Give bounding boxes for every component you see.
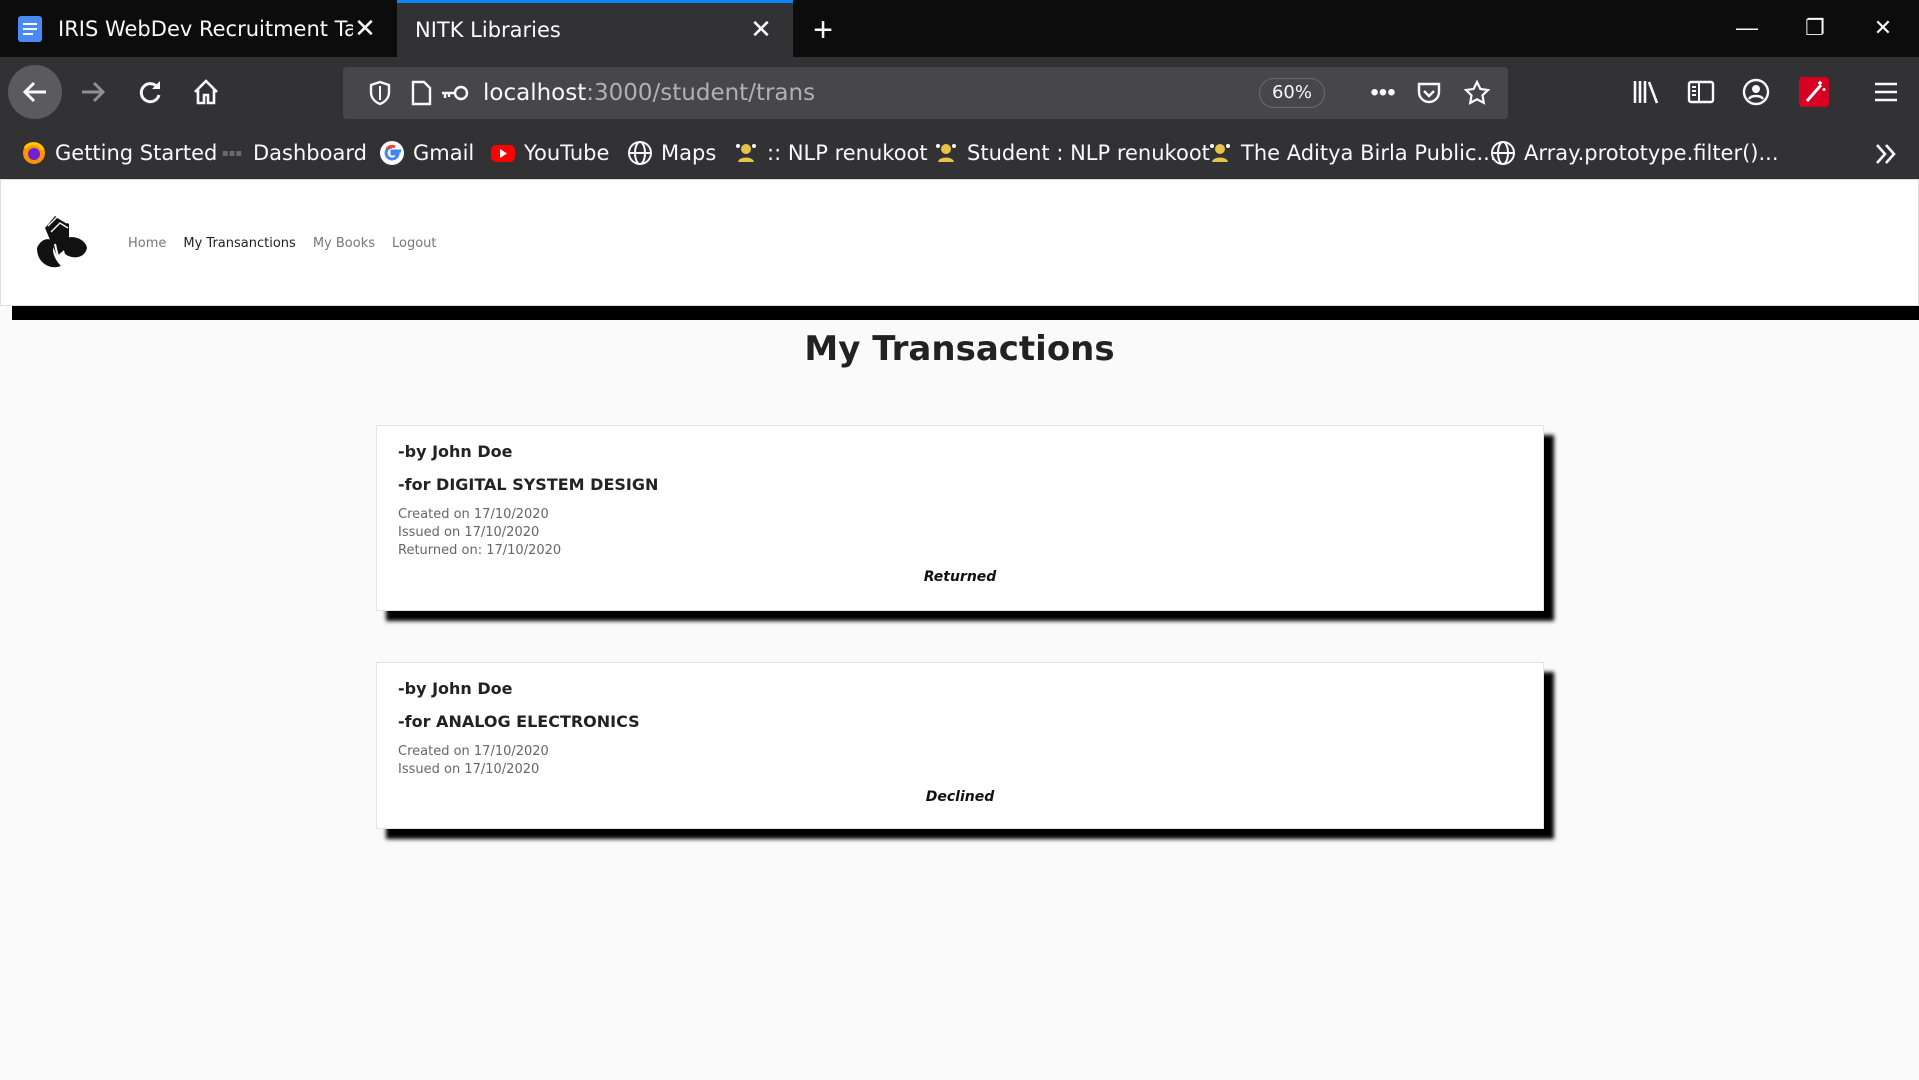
- close-window-button[interactable]: ✕: [1859, 8, 1907, 48]
- home-icon: [194, 79, 218, 105]
- bookmark-getting-started[interactable]: Getting Started: [21, 127, 217, 179]
- transaction-created: Created on 17/10/2020: [398, 507, 549, 522]
- transaction-card: -by John Doe -for DIGITAL SYSTEM DESIGN …: [376, 425, 1544, 611]
- library-logo-icon[interactable]: [31, 210, 91, 274]
- youtube-icon: [490, 140, 516, 166]
- nav-my-books-link[interactable]: My Books: [313, 236, 375, 251]
- bookmark-array-filter[interactable]: Array.prototype.filter()...: [1490, 127, 1779, 179]
- page-viewport: Home My Transanctions My Books Logout My…: [0, 179, 1919, 1080]
- restore-button[interactable]: ❐: [1791, 8, 1839, 48]
- new-tab-button[interactable]: +: [803, 10, 843, 50]
- bookmark-youtube[interactable]: YouTube: [490, 127, 609, 179]
- site-header: Home My Transanctions My Books Logout: [0, 179, 1919, 306]
- navigation-toolbar: localhost:3000/student/trans 60% •••: [0, 57, 1919, 127]
- account-icon[interactable]: [1741, 77, 1771, 107]
- nlp-icon: [733, 140, 759, 166]
- menu-icon[interactable]: [1871, 77, 1901, 107]
- star-icon[interactable]: [1463, 79, 1491, 107]
- url-text: localhost:3000/student/trans: [483, 67, 815, 119]
- transaction-returned: Returned on: 17/10/2020: [398, 543, 562, 558]
- library-icon[interactable]: [1631, 77, 1661, 107]
- bookmark-aditya-birla[interactable]: The Aditya Birla Public...: [1207, 127, 1497, 179]
- dashboard-icon: ▪▪▪: [221, 147, 243, 159]
- nav-transactions-link[interactable]: My Transanctions: [183, 236, 295, 251]
- bookmark-gmail[interactable]: Gmail: [379, 127, 474, 179]
- bookmarks-toolbar: Getting Started ▪▪▪ Dashboard Gmail YouT…: [0, 127, 1919, 179]
- tab-title: NITK Libraries: [415, 18, 561, 42]
- bookmark-label: Maps: [661, 141, 717, 165]
- bookmark-label: YouTube: [524, 141, 610, 165]
- bookmark-label: Student : NLP renukoot: [967, 141, 1210, 165]
- bookmark-student-nlp[interactable]: Student : NLP renukoot: [933, 127, 1210, 179]
- bookmark-nlp-renukoot[interactable]: :: NLP renukoot: [733, 127, 928, 179]
- status-badge: Declined: [925, 789, 995, 805]
- bookmark-dashboard[interactable]: ▪▪▪ Dashboard: [219, 127, 367, 179]
- tab-bar: IRIS WebDev Recruitment Task ✕ NITK Libr…: [0, 0, 1919, 57]
- google-docs-icon: [18, 15, 42, 42]
- reload-icon: [139, 81, 161, 104]
- status-badge: Returned: [923, 569, 997, 585]
- site-nav: Home My Transanctions My Books Logout: [128, 236, 437, 251]
- magic-wand-icon: [1805, 81, 1826, 102]
- transaction-issued: Issued on 17/10/2020: [398, 762, 540, 777]
- bookmark-label: The Aditya Birla Public...: [1241, 141, 1497, 165]
- arrow-right-icon: [82, 81, 106, 103]
- back-button[interactable]: [8, 65, 62, 119]
- close-icon[interactable]: ✕: [749, 17, 773, 43]
- globe-icon: [1490, 140, 1516, 166]
- transaction-issued: Issued on 17/10/2020: [398, 525, 540, 540]
- page-title: My Transactions: [804, 329, 1115, 369]
- page-icon: [411, 80, 432, 106]
- close-icon[interactable]: ✕: [353, 16, 377, 42]
- reload-button[interactable]: [123, 65, 177, 119]
- bookmark-label: Gmail: [413, 141, 475, 165]
- bookmark-label: Array.prototype.filter()...: [1524, 141, 1779, 165]
- url-path: :3000/student/trans: [586, 80, 816, 106]
- bookmark-label: Dashboard: [253, 141, 367, 165]
- tab-iris-webdev[interactable]: IRIS WebDev Recruitment Task ✕: [0, 0, 397, 57]
- bookmark-label: :: NLP renukoot: [767, 141, 928, 165]
- sidebar-icon[interactable]: [1686, 77, 1716, 107]
- key-icon: [442, 85, 469, 101]
- transaction-created: Created on 17/10/2020: [398, 744, 549, 759]
- minimize-button[interactable]: —: [1723, 8, 1771, 48]
- transaction-author: -by John Doe: [398, 442, 513, 461]
- google-icon: [379, 140, 405, 166]
- shield-icon: [369, 80, 391, 106]
- arrow-left-icon: [22, 81, 46, 103]
- home-button[interactable]: [179, 65, 233, 119]
- chevron-double-right-icon[interactable]: [1871, 139, 1901, 169]
- more-actions-icon[interactable]: •••: [1369, 79, 1397, 107]
- url-host: localhost: [483, 80, 587, 106]
- bookmark-label: Getting Started: [55, 141, 218, 165]
- nav-home-link[interactable]: Home: [128, 236, 166, 251]
- tab-title: IRIS WebDev Recruitment Task: [58, 16, 353, 41]
- bookmark-maps[interactable]: Maps: [627, 127, 716, 179]
- nlp-icon: [933, 140, 959, 166]
- pocket-icon[interactable]: [1415, 79, 1443, 107]
- transaction-card: -by John Doe -for ANALOG ELECTRONICS Cre…: [376, 662, 1544, 829]
- nav-logout-link[interactable]: Logout: [392, 236, 437, 251]
- nlp-icon: [1207, 140, 1233, 166]
- tab-nitk-libraries[interactable]: NITK Libraries ✕: [397, 0, 793, 57]
- transaction-author: -by John Doe: [398, 679, 513, 698]
- transaction-book: -for DIGITAL SYSTEM DESIGN: [398, 475, 659, 494]
- extension-icon[interactable]: [1799, 77, 1829, 107]
- transaction-book: -for ANALOG ELECTRONICS: [398, 712, 640, 731]
- forward-button[interactable]: [66, 65, 120, 119]
- address-bar[interactable]: localhost:3000/student/trans 60% •••: [343, 67, 1508, 119]
- globe-icon: [627, 140, 653, 166]
- zoom-indicator[interactable]: 60%: [1259, 78, 1325, 108]
- firefox-icon: [21, 140, 47, 166]
